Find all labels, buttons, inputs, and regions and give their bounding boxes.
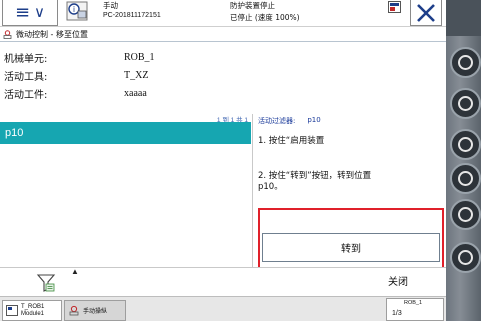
goto-button-label: 转到 [341, 244, 361, 255]
instruction-step-2: 2. 按住“转到”按钮，转到位置 [258, 171, 372, 181]
active-filter: 活动过滤器: p10 [258, 116, 321, 126]
hardware-button-2[interactable] [450, 88, 481, 119]
info-row-mechanical-unit: 机械单元: ROB_1 [4, 48, 155, 66]
circle-icon [458, 171, 473, 186]
circle-icon [458, 137, 473, 152]
hardware-button-6[interactable] [450, 242, 481, 273]
robot-status-icon[interactable]: i [66, 1, 88, 21]
info-label: 活动工具: [4, 71, 48, 83]
hardware-button-1[interactable] [450, 47, 481, 78]
list-item-label: p10 [5, 127, 24, 139]
svg-text:i: i [73, 5, 75, 14]
hardware-button-4[interactable] [450, 163, 481, 194]
breadcrumb: 微动控制 - 移至位置 [0, 27, 446, 41]
jog-icon [3, 29, 12, 39]
info-label: 机械单元: [4, 53, 48, 65]
instruction-step-1: 1. 按住“启用装置 [258, 136, 325, 146]
info-value: T_XZ [124, 69, 149, 81]
taskbar-item-jogging[interactable]: 手动操纵 [64, 300, 126, 321]
hardware-button-3[interactable] [450, 129, 481, 160]
quickset-increment: 1/3 [392, 310, 402, 317]
operating-mode: 手动 [103, 1, 118, 10]
close-icon [417, 3, 435, 22]
collapse-up-icon[interactable]: ▲ [71, 267, 79, 276]
program-icon [6, 305, 18, 316]
breadcrumb-text: 微动控制 - 移至位置 [16, 29, 88, 39]
filter-label: 活动过滤器: [258, 117, 296, 125]
abb-menu-button[interactable]: ≡ ∨ [2, 0, 58, 26]
taskbar-item-line1: T_ROB1 [21, 303, 45, 310]
goto-button[interactable]: 转到 [262, 233, 440, 262]
top-bar: ≡ ∨ i 手动 PC-201811172151 防护装置停止 已停止 (速度 … [0, 0, 446, 27]
circle-icon [458, 96, 473, 111]
filter-value: p10 [307, 116, 321, 124]
hamburger-icon: ≡ [14, 1, 31, 23]
taskbar-item-program[interactable]: T_ROB1 Module1 [2, 300, 62, 321]
info-panel: 机械单元: ROB_1 活动工具: T_XZ 活动工件: xaaaa [0, 42, 446, 114]
close-button[interactable]: 关闭 [388, 273, 408, 288]
info-row-active-workobject: 活动工件: xaaaa [4, 84, 147, 102]
bottom-toolbar [0, 267, 446, 296]
info-value: ROB_1 [124, 51, 155, 63]
chevron-down-icon: ∨ [34, 3, 46, 21]
info-row-active-tool: 活动工具: T_XZ [4, 66, 148, 84]
instruction-step-2-cont: p10。 [258, 182, 283, 192]
taskbar-item-label: 手动操纵 [83, 309, 108, 315]
frame-top [446, 0, 481, 36]
info-label: 活动工件: [4, 89, 48, 101]
quickset-unit: ROB_1 [404, 300, 423, 306]
jog-icon [69, 305, 79, 316]
document-icon[interactable] [388, 1, 401, 13]
circle-icon [458, 55, 473, 70]
hardware-button-5[interactable] [450, 199, 481, 230]
info-value: xaaaa [124, 87, 147, 99]
circle-icon [458, 250, 473, 265]
safety-status: 防护装置停止 [230, 1, 275, 10]
taskbar-item-line2: Module1 [21, 310, 45, 317]
circle-icon [458, 207, 473, 222]
speed-status: 已停止 (速度 100%) [230, 13, 300, 22]
filter-icon[interactable] [36, 273, 56, 293]
close-window-button[interactable] [410, 0, 442, 26]
controller-name: PC-201811172151 [103, 12, 161, 19]
list-item[interactable]: p10 [0, 122, 251, 144]
